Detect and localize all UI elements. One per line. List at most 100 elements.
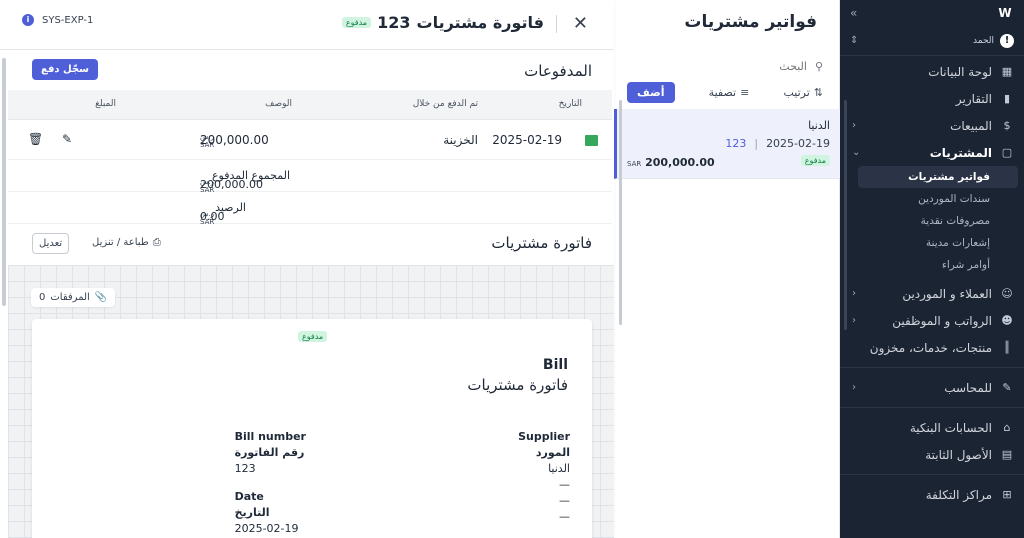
sidebar-item-label: المبيعات xyxy=(950,118,992,133)
sidebar-item-purchases[interactable]: ▢ المشتريات ⌄ xyxy=(840,139,1024,166)
squares-icon: ⊞ xyxy=(1002,488,1012,501)
document-title-ar: فاتورة مشتريات xyxy=(467,376,568,394)
list-toolbar: ⇅ ترتيب ≡ تصفية أضف xyxy=(627,81,823,103)
sidebar-item-label: التقارير xyxy=(955,91,992,106)
list-scrollbar[interactable] xyxy=(619,100,622,325)
supplier-block: Supplier المورد الدنيا — — — xyxy=(518,429,570,525)
bill-number-label-en: Bill number xyxy=(234,430,306,443)
sidebar-item-label: الرواتب و الموظفين xyxy=(892,313,992,328)
detail-scrollbar[interactable] xyxy=(2,58,6,306)
system-code-text: SYS-EXP-1 xyxy=(42,14,94,26)
chevron-left-icon: ‹ xyxy=(852,120,856,131)
detail-title: فاتورة مشتريات 123 مدفوع xyxy=(341,13,544,32)
sort-label: ترتيب xyxy=(783,85,810,99)
sidebar-item-cost-centers[interactable]: ⊞ مراكز التكلفة xyxy=(840,481,1024,508)
search-input[interactable] xyxy=(656,60,807,73)
filter-button[interactable]: ≡ تصفية xyxy=(709,86,750,99)
bill-amount: SAR 200,000.00 xyxy=(627,156,715,169)
document-title-en: Bill xyxy=(542,357,568,373)
sidebar-item-payroll[interactable]: ☻ الرواتب و الموظفين ‹ xyxy=(840,307,1024,334)
sidebar-item-label: منتجات، خدمات، مخزون xyxy=(869,340,992,355)
search-box[interactable]: ⚲ xyxy=(627,60,823,73)
print-label: طباعة / تنزيل xyxy=(92,237,149,248)
sort-button[interactable]: ⇅ ترتيب xyxy=(783,86,823,99)
detail-bill-number: 123 xyxy=(377,13,411,32)
barcode-icon: ║ xyxy=(1003,341,1011,354)
payment-date: 2025-02-19 xyxy=(492,133,562,147)
column-date: التاريخ xyxy=(558,99,582,109)
list-item[interactable]: الدنيا 2025-02-19 | 123 مدفوع SAR 200,00… xyxy=(614,109,840,179)
sidebar-subitem-supplier-vouchers[interactable]: سندات الموردين xyxy=(858,188,1018,210)
sidebar-item-fixed-assets[interactable]: ▤ الأصول الثابتة xyxy=(840,441,1024,468)
delete-trash-icon[interactable]: 🗑 xyxy=(28,132,43,146)
supplier-detail-line: — xyxy=(559,478,570,491)
currency-label: SAR xyxy=(627,160,642,168)
supplier-detail-line: — xyxy=(559,494,570,507)
supplier-label-en: Supplier xyxy=(518,430,570,443)
amount-value: 200,000.00 xyxy=(200,178,263,191)
sidebar-item-label: الحسابات البنكية xyxy=(909,420,992,435)
column-amount: المبلغ xyxy=(95,99,116,109)
sidebar-item-contacts[interactable]: ☺ العملاء و الموردين ‹ xyxy=(840,280,1024,307)
supplier-name: الدنيا xyxy=(548,462,570,475)
user-card-icon: ☻ xyxy=(1001,314,1013,327)
clipboard-icon: ▢ xyxy=(1001,146,1013,159)
bill-section-title: فاتورة مشتريات xyxy=(491,234,592,252)
users-icon: ☺ xyxy=(1001,287,1013,300)
bills-list-panel: فواتير مشتريات ⚲ ⇅ ترتيب ≡ تصفية أضف الد… xyxy=(614,0,840,538)
chevron-left-icon: ‹ xyxy=(852,382,856,393)
bill-info-block: Bill number رقم الفاتورة 123 Date التاري… xyxy=(235,429,306,537)
status-badge: مدفوع xyxy=(298,331,328,342)
sidebar-item-dashboard[interactable]: ▦ لوحة البيانات xyxy=(840,58,1024,85)
column-paid-via: تم الدفع من خلال xyxy=(412,99,478,109)
sidebar-subitem-debit-notes[interactable]: إشعارات مدينة xyxy=(858,232,1018,254)
sidebar: W » ! الحمد ⇕ ▦ لوحة البيانات ▮ التقارير… xyxy=(840,0,1024,538)
sidebar-subitem-purchase-bills[interactable]: فواتير مشتريات xyxy=(858,166,1018,188)
amount-value: 200,000.00 xyxy=(200,133,269,147)
filter-icon: ≡ xyxy=(740,85,750,99)
sidebar-item-label: مراكز التكلفة xyxy=(925,487,992,502)
date-label-ar: التاريخ xyxy=(234,506,270,519)
organization-switcher[interactable]: ! الحمد ⇕ xyxy=(840,26,1024,56)
payments-table: التاريخ تم الدفع من خلال الوصف المبلغ 20… xyxy=(8,90,612,226)
attachments-label: المرفقات xyxy=(50,292,90,303)
sidebar-subitem-cash-expenses[interactable]: مصروفات نقدية xyxy=(858,210,1018,232)
sidebar-subitem-purchase-orders[interactable]: أوامر شراء xyxy=(858,254,1018,276)
status-badge: مدفوع xyxy=(800,155,830,166)
attachments-button[interactable]: 📎 المرفقات 0 xyxy=(31,288,116,307)
sidebar-divider xyxy=(840,407,1024,408)
sidebar-item-accountant[interactable]: ✎ للمحاسب ‹ xyxy=(840,374,1024,401)
collapse-icon[interactable]: » xyxy=(850,6,857,20)
sidebar-item-reports[interactable]: ▮ التقارير xyxy=(840,85,1024,112)
add-button[interactable]: أضف xyxy=(627,81,675,103)
app-logo-icon: W xyxy=(998,6,1012,20)
chevron-left-icon: ‹ xyxy=(852,315,856,326)
meta-separator: | xyxy=(754,137,759,150)
column-description: الوصف xyxy=(265,99,292,109)
payments-title: المدفوعات xyxy=(524,62,592,80)
sidebar-divider xyxy=(840,474,1024,475)
info-icon[interactable]: i xyxy=(22,14,34,26)
sidebar-item-sales[interactable]: $ المبيعات ‹ xyxy=(840,112,1024,139)
print-download-button[interactable]: ⎙ طباعة / تنزيل xyxy=(92,237,161,248)
header-divider xyxy=(556,15,557,33)
supplier-detail-line: — xyxy=(559,510,570,523)
close-icon[interactable]: ✕ xyxy=(573,13,588,34)
bill-detail-panel: ✕ فاتورة مشتريات 123 مدفوع i SYS-EXP-1 ا… xyxy=(0,0,614,538)
bank-icon: ⌂ xyxy=(1003,421,1011,434)
sidebar-item-bank-accounts[interactable]: ⌂ الحسابات البنكية xyxy=(840,414,1024,441)
book-icon xyxy=(585,135,598,146)
chevron-updown-icon: ⇕ xyxy=(850,35,859,46)
record-payment-button[interactable]: سجّل دفع xyxy=(32,59,98,80)
system-code: i SYS-EXP-1 xyxy=(22,14,93,26)
sidebar-item-label: للمحاسب xyxy=(944,380,992,395)
chart-icon: ▮ xyxy=(1003,92,1011,105)
edit-button[interactable]: تعديل xyxy=(32,233,70,254)
edit-pencil-icon[interactable]: ✎ xyxy=(62,132,72,146)
grid-icon: ▦ xyxy=(1001,65,1013,78)
detail-title-text: فاتورة مشتريات xyxy=(416,13,544,32)
supplier-name: الدنيا xyxy=(808,119,830,132)
chevron-left-icon: ‹ xyxy=(852,288,856,299)
org-name: الحمد xyxy=(973,35,994,46)
sidebar-item-inventory[interactable]: ║ منتجات، خدمات، مخزون xyxy=(840,334,1024,361)
